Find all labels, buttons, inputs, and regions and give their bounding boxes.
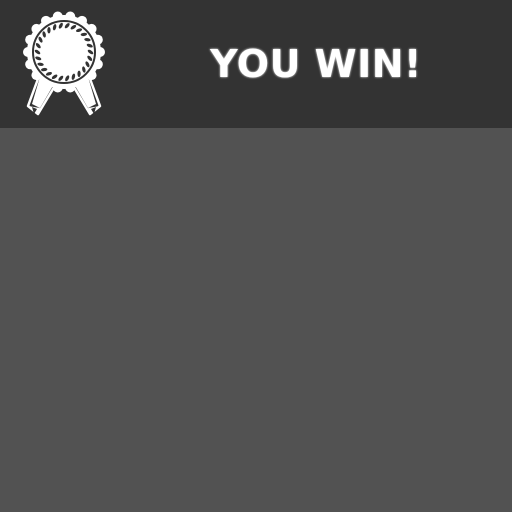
win-banner: YOU WIN! (0, 0, 512, 128)
win-title: YOU WIN! (210, 42, 422, 86)
game-screen: YOU WIN! (0, 0, 512, 512)
play-area (0, 128, 512, 512)
award-ribbon-icon (20, 10, 108, 122)
